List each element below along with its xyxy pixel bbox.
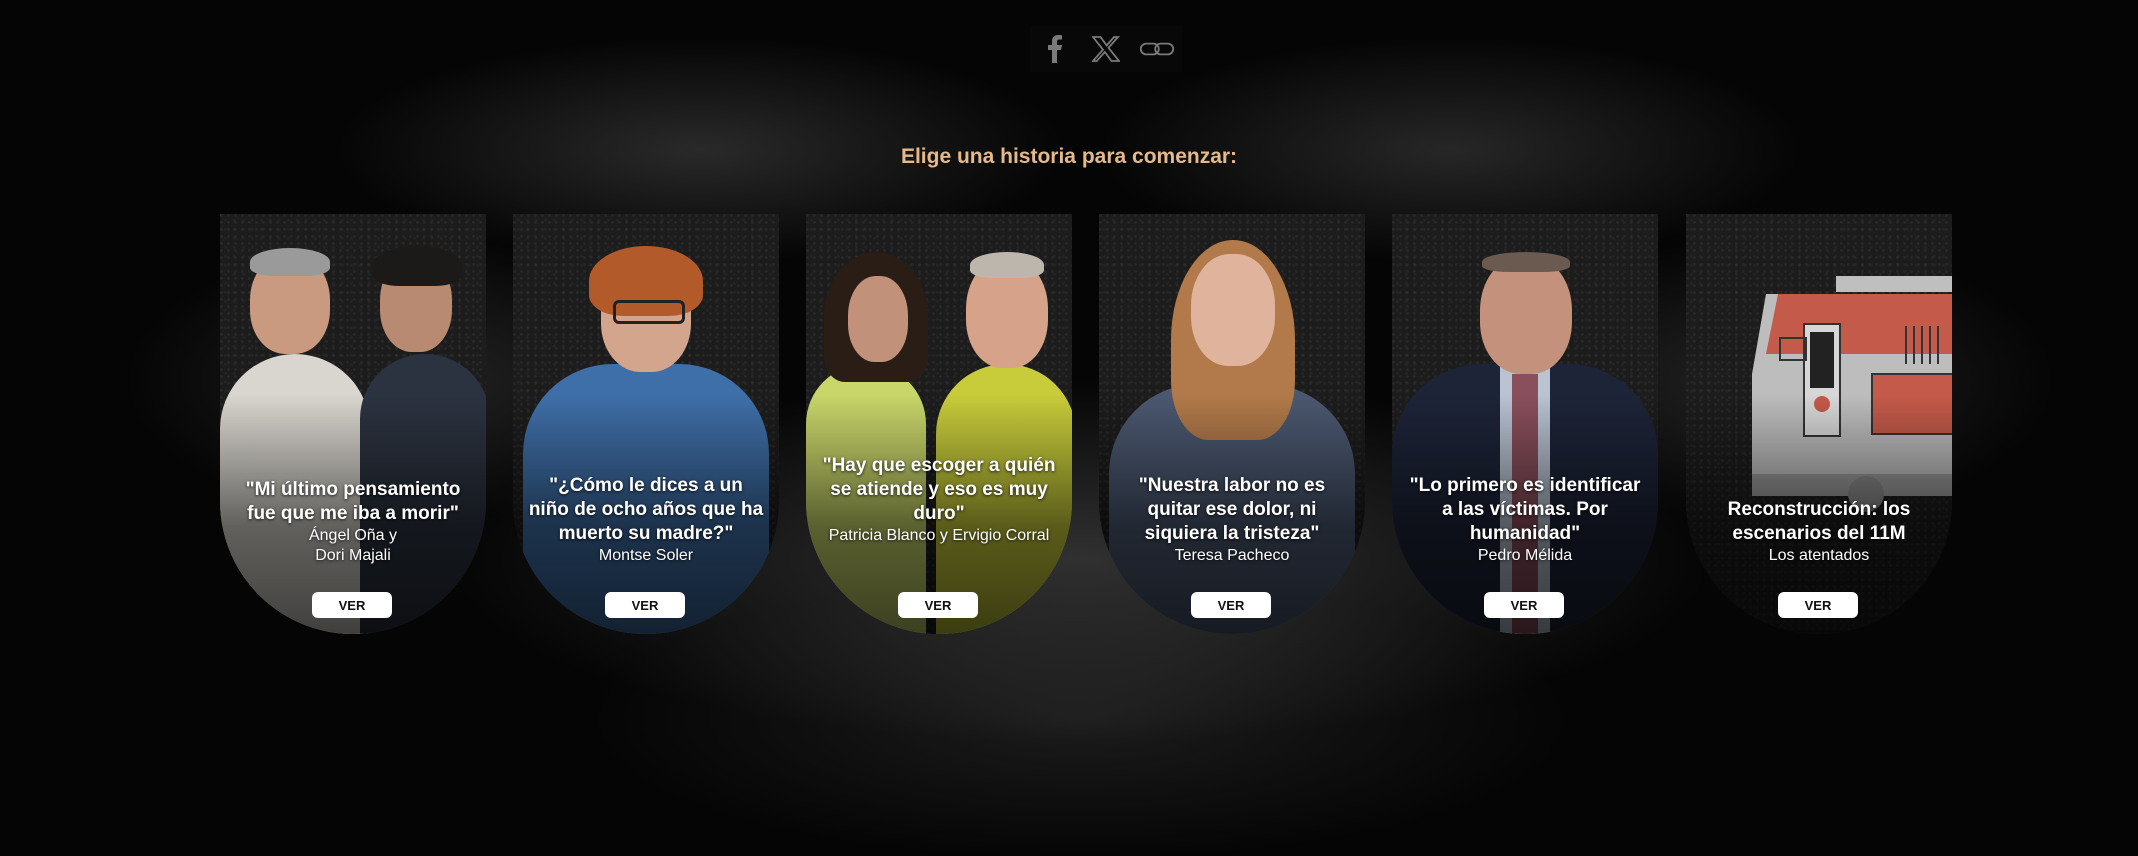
- story-quote: "Mi último pensamiento fue que me iba a …: [245, 479, 461, 524]
- page-background: Elige una historia para comenzar: "Mi úl…: [0, 0, 2138, 856]
- story-names: Patricia Blanco y Ervigio Corral: [828, 527, 1050, 544]
- story-quote: "Hay que escoger a quién se atiende y es…: [822, 455, 1056, 524]
- story-names: Los atentados: [1768, 547, 1870, 564]
- story-names: Montse Soler: [598, 547, 694, 564]
- ver-button[interactable]: VER: [1778, 592, 1858, 618]
- ver-button[interactable]: VER: [1484, 592, 1564, 618]
- ver-button[interactable]: VER: [312, 592, 392, 618]
- story-names: Teresa Pacheco: [1174, 547, 1290, 564]
- story-card-patricia-ervigio[interactable]: "Hay que escoger a quién se atiende y es…: [806, 214, 1072, 634]
- choose-story-heading: Elige una historia para comenzar:: [900, 145, 1238, 168]
- story-quote: "Nuestra labor no es quitar ese dolor, n…: [1138, 475, 1326, 544]
- story-card-angel-dori[interactable]: "Mi último pensamiento fue que me iba a …: [220, 214, 486, 634]
- story-card-reconstruccion[interactable]: Reconstrucción: los escenarios del 11M L…: [1686, 214, 1952, 634]
- x-icon: [1091, 36, 1120, 62]
- story-card-montse[interactable]: "¿Cómo le dices a un niño de ocho años q…: [513, 214, 779, 634]
- story-names: Ángel Oña y Dori Majali: [308, 527, 398, 564]
- x-share-button[interactable]: [1088, 31, 1124, 67]
- copy-link-button[interactable]: [1139, 31, 1175, 67]
- facebook-share-button[interactable]: [1037, 31, 1073, 67]
- story-names: Pedro Mélida: [1477, 547, 1573, 564]
- ver-button[interactable]: VER: [1191, 592, 1271, 618]
- link-icon: [1139, 42, 1174, 56]
- story-card-pedro[interactable]: "Lo primero es identificar a las víctima…: [1392, 214, 1658, 634]
- ver-button[interactable]: VER: [898, 592, 978, 618]
- facebook-icon: [1048, 35, 1063, 63]
- ver-button[interactable]: VER: [605, 592, 685, 618]
- story-quote: "¿Cómo le dices a un niño de ocho años q…: [528, 475, 764, 544]
- story-card-teresa[interactable]: "Nuestra labor no es quitar ese dolor, n…: [1099, 214, 1365, 634]
- story-quote: Reconstrucción: los escenarios del 11M: [1727, 499, 1911, 544]
- story-quote: "Lo primero es identificar a las víctima…: [1409, 475, 1641, 544]
- share-bar: [1030, 26, 1182, 72]
